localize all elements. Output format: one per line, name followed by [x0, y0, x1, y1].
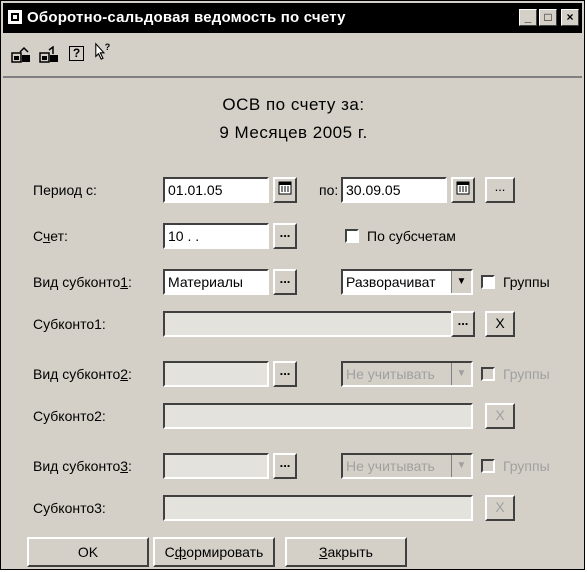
sub2-type-label: Вид субконто2:	[33, 366, 132, 382]
period-to-input[interactable]: 30.09.05	[341, 177, 447, 203]
sub1-type-label: Вид субконто1:	[33, 274, 132, 290]
sub1-input[interactable]	[163, 311, 473, 337]
help-icon[interactable]: ?	[69, 46, 84, 61]
period-from-input[interactable]: 01.01.05	[163, 177, 269, 203]
sub2-clear-button[interactable]: X	[485, 403, 515, 429]
sub1-mode-dropdown[interactable]: Разворачиват ▼	[341, 269, 473, 295]
sub3-clear-button[interactable]: X	[485, 495, 515, 521]
maximize-button[interactable]: □	[539, 9, 557, 26]
sub2-groups-label: Группы	[503, 366, 550, 382]
sub2-mode-dropdown[interactable]: Не учитывать ▼	[341, 361, 473, 387]
sub2-type-input[interactable]	[163, 361, 269, 387]
sub1-groups-label: Группы	[503, 274, 550, 290]
calendar-to-button[interactable]	[451, 177, 475, 203]
sub3-groups-checkbox[interactable]	[481, 459, 495, 473]
toolbar: ? ?	[3, 34, 582, 78]
sub1-mode-value: Разворачиват	[346, 274, 436, 290]
sub3-type-select-button[interactable]: ...	[273, 453, 297, 479]
account-label: Счет:	[33, 228, 68, 244]
dropdown-arrow-icon[interactable]: ▼	[451, 363, 471, 385]
sub2-type-select-button[interactable]: ...	[273, 361, 297, 387]
sub1-clear-button[interactable]: X	[485, 311, 515, 337]
period-to-label: по:	[319, 182, 339, 198]
close-button[interactable]: Закрыть	[285, 537, 407, 567]
form-content: ОСВ по счету за: 9 Месяцев 2005 г. Перио…	[11, 81, 576, 567]
dropdown-arrow-icon[interactable]: ▼	[451, 271, 471, 293]
sub2-mode-value: Не учитывать	[346, 366, 435, 382]
minimize-button[interactable]: _	[519, 9, 537, 26]
account-select-button[interactable]: ...	[273, 223, 297, 249]
sub1-type-input[interactable]: Материалы	[163, 269, 269, 295]
window-title: Оборотно-сальдовая ведомость по счету	[27, 9, 346, 26]
save-report-icon[interactable]	[39, 46, 59, 64]
ok-button[interactable]: OK	[27, 537, 149, 567]
sub2-input[interactable]	[163, 403, 473, 429]
sub2-groups-checkbox[interactable]	[481, 367, 495, 381]
sub3-input[interactable]	[163, 495, 473, 521]
sub3-label: Субконто3:	[33, 500, 106, 516]
context-help-icon[interactable]: ?	[93, 42, 113, 60]
close-window-button[interactable]: ×	[561, 9, 579, 26]
period-from-label: Период с:	[33, 182, 97, 198]
sub1-select-button[interactable]: ...	[451, 311, 475, 337]
sub1-label: Субконто1:	[33, 316, 106, 332]
sub1-groups-checkbox[interactable]	[481, 275, 495, 289]
title-bar[interactable]: Оборотно-сальдовая ведомость по счету _ …	[3, 3, 582, 33]
account-input[interactable]: 10 . .	[163, 223, 269, 249]
context-help-glyph: ?	[105, 42, 111, 52]
sub1-type-select-button[interactable]: ...	[273, 269, 297, 295]
report-heading-line1: ОСВ по счету за:	[222, 95, 365, 114]
period-select-button[interactable]: ...	[485, 177, 515, 203]
calendar-icon	[456, 181, 470, 195]
sub3-mode-value: Не учитывать	[346, 458, 435, 474]
subaccounts-checkbox[interactable]	[345, 229, 359, 243]
sub3-groups-label: Группы	[503, 458, 550, 474]
subaccounts-label: По субсчетам	[367, 228, 456, 244]
sub3-type-input[interactable]	[163, 453, 269, 479]
report-window: Оборотно-сальдовая ведомость по счету _ …	[0, 0, 585, 570]
sub3-type-label: Вид субконто3:	[33, 458, 132, 474]
app-icon	[8, 10, 22, 24]
generate-button[interactable]: Сформировать	[153, 537, 275, 567]
report-heading-line2: 9 Месяцев 2005 г.	[219, 123, 368, 142]
open-report-icon[interactable]	[11, 46, 31, 64]
calendar-from-button[interactable]	[273, 177, 297, 203]
dropdown-arrow-icon[interactable]: ▼	[451, 455, 471, 477]
calendar-icon	[278, 181, 292, 195]
sub3-mode-dropdown[interactable]: Не учитывать ▼	[341, 453, 473, 479]
sub2-label: Субконто2:	[33, 408, 106, 424]
